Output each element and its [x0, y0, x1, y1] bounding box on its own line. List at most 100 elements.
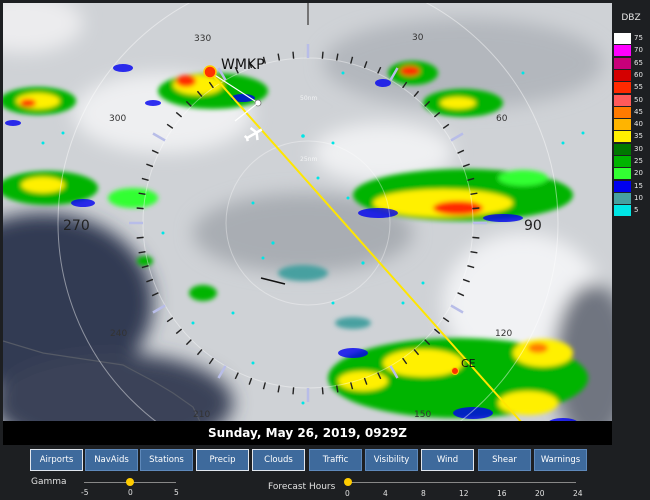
- forecast-tick: 12: [459, 489, 469, 498]
- legend-entry: 60: [614, 69, 648, 81]
- bearing-30: 30: [412, 33, 424, 43]
- legend-entry: 40: [614, 119, 648, 131]
- range-label-25: 25nm: [300, 156, 317, 163]
- compass-tick: [472, 236, 480, 239]
- warnings-button[interactable]: Warnings: [534, 449, 587, 471]
- forecast-tick: 16: [497, 489, 507, 498]
- legend-swatch: [614, 143, 631, 155]
- shear-button[interactable]: Shear: [478, 449, 531, 471]
- legend-swatch: [614, 180, 631, 192]
- range-label-50: 50nm: [300, 95, 317, 102]
- legend-entry: 75: [614, 33, 648, 44]
- legend-value: 40: [634, 120, 643, 129]
- legend-entry: 15: [614, 180, 648, 192]
- bearing-330: 330: [194, 34, 211, 44]
- forecast-slider-knob[interactable]: [344, 478, 352, 486]
- gamma-slider-knob[interactable]: [126, 478, 134, 486]
- forecast-tick: 4: [383, 489, 388, 498]
- compass-tick: [321, 51, 324, 59]
- forecast-tick: 20: [535, 489, 545, 498]
- legend-value: 15: [634, 181, 643, 190]
- legend-entry: 70: [614, 45, 648, 57]
- forecast-tick: 0: [345, 489, 350, 498]
- legend-entry: 25: [614, 156, 648, 167]
- legend-swatch: [614, 33, 631, 44]
- compass-tick: [321, 387, 324, 395]
- stations-button[interactable]: Stations: [140, 449, 193, 471]
- waypoint-origin-marker[interactable]: [203, 65, 217, 79]
- legend-swatch: [614, 94, 631, 106]
- gamma-tick-min: -5: [81, 488, 89, 497]
- legend-entry: 20: [614, 168, 648, 180]
- precip-button[interactable]: Precip: [196, 449, 249, 471]
- waypoint-destination-label: CE: [461, 357, 476, 370]
- radar-map[interactable]: 330 30 270 90 240 210 120 60 300 150 50n…: [3, 3, 612, 443]
- timestamp-bar: Sunday, May 26, 2019, 0929Z: [3, 421, 612, 445]
- forecast-tick: 24: [573, 489, 583, 498]
- traffic-button[interactable]: Traffic: [309, 449, 362, 471]
- legend-value: 75: [634, 34, 643, 42]
- legend-value: 5: [634, 206, 639, 215]
- legend-value: 25: [634, 157, 643, 165]
- compass-tick: [136, 236, 144, 239]
- bearing-240: 240: [110, 329, 127, 339]
- timestamp-label: Sunday, May 26, 2019, 0929Z: [207, 426, 407, 440]
- legend-value: 50: [634, 95, 643, 104]
- legend-swatch: [614, 82, 631, 94]
- legend-swatch: [614, 156, 631, 167]
- legend-swatch: [614, 131, 631, 143]
- forecast-tick: 8: [421, 489, 426, 498]
- legend-value: 10: [634, 193, 643, 202]
- compass-tick: [136, 207, 144, 210]
- radar-svg: 330 30 270 90 240 210 120 60 300 150 50n…: [3, 3, 612, 443]
- compass-tick: [292, 51, 295, 59]
- legend-value: 35: [634, 132, 643, 141]
- legend-entry: 50: [614, 94, 648, 106]
- legend-swatch: [614, 45, 631, 57]
- airports-button[interactable]: Airports: [30, 449, 83, 471]
- legend-swatch: [614, 119, 631, 131]
- legend-entry: 35: [614, 131, 648, 143]
- legend-value: 60: [634, 70, 643, 79]
- bearing-120: 120: [495, 329, 512, 339]
- forecast-track[interactable]: [348, 482, 576, 483]
- visibility-button[interactable]: Visibility: [365, 449, 418, 471]
- legend-value: 20: [634, 169, 643, 178]
- legend-swatch: [614, 57, 631, 69]
- bearing-210: 210: [193, 410, 210, 420]
- waypoint-destination-marker[interactable]: [451, 367, 459, 375]
- legend-swatch: [614, 192, 631, 204]
- layer-toolbar: Airports NavAids Stations Precip Clouds …: [0, 445, 650, 500]
- legend-value: 55: [634, 83, 643, 92]
- legend-swatch: [614, 69, 631, 81]
- bearing-90: 90: [524, 218, 542, 234]
- legend-entry: 45: [614, 106, 648, 118]
- gamma-tick-max: 5: [174, 488, 179, 497]
- legend-entry: 30: [614, 143, 648, 155]
- bearing-270: 270: [63, 218, 90, 234]
- legend-title: DBZ: [621, 13, 641, 23]
- bearing-150: 150: [414, 410, 431, 420]
- wind-button[interactable]: Wind: [421, 449, 474, 471]
- gamma-tick-mid: 0: [128, 488, 133, 497]
- clouds-button[interactable]: Clouds: [252, 449, 305, 471]
- bearing-300: 300: [109, 114, 126, 124]
- legend-value: 45: [634, 107, 643, 116]
- legend-value: 65: [634, 58, 643, 67]
- legend-swatch: [614, 168, 631, 180]
- compass-tick: [292, 387, 295, 395]
- compass-tick: [472, 207, 480, 210]
- legend-entry: 65: [614, 57, 648, 69]
- forecast-hours-label: Forecast Hours: [268, 482, 336, 492]
- legend-entry: 10: [614, 192, 648, 204]
- legend-swatch: [614, 106, 631, 118]
- legend-value: 30: [634, 144, 643, 153]
- bearing-60: 60: [496, 114, 508, 124]
- navaids-button[interactable]: NavAids: [85, 449, 138, 471]
- legend-value: 70: [634, 46, 643, 55]
- legend-swatch: [614, 205, 631, 217]
- waypoint-origin-label: WMKP: [221, 57, 265, 73]
- legend-entry: 55: [614, 82, 648, 94]
- dbz-legend: DBZ 75 70 65 60 55 50 45 40 35 30 25 20 15 10 5: [612, 3, 650, 443]
- gamma-label: Gamma: [31, 477, 67, 487]
